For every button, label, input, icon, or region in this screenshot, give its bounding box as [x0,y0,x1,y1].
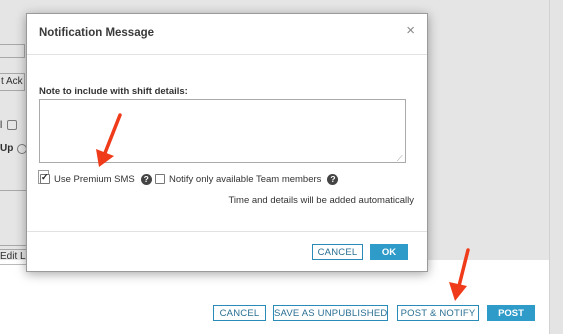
premium-sms-label: Use Premium SMS [54,173,135,185]
resize-grip-icon[interactable]: ⟋ [397,154,403,164]
note-label: Note to include with shift details: [39,86,188,97]
save-as-unpublished-button[interactable]: SAVE AS UNPUBLISHED [273,305,388,321]
dialog-footer: CANCEL OK [27,231,427,271]
post-and-notify-button[interactable]: POST & NOTIFY [397,305,479,321]
post-button[interactable]: POST [487,305,535,321]
notify-available-option[interactable]: Notify only available Team members ? [155,172,339,186]
annotation-arrow-icon [96,113,122,167]
title-divider [27,54,427,55]
notify-available-help-icon[interactable]: ? [327,173,339,185]
close-icon[interactable]: × [406,22,415,39]
premium-sms-help-icon[interactable]: ? [140,173,152,185]
notify-available-label: Notify only available Team members [169,173,322,185]
dialog-title: Notification Message [39,27,155,39]
premium-sms-option[interactable]: Use Premium SMS ? [40,172,152,186]
notification-message-dialog: Notification Message × Note to include w… [26,13,428,272]
notify-available-checkbox[interactable] [155,174,165,184]
right-panel-edge [549,0,563,334]
auto-details-note: Time and details will be added automatic… [228,195,414,206]
annotation-arrow-icon [449,248,470,301]
premium-sms-checkbox[interactable] [40,172,50,184]
dialog-cancel-button[interactable]: CANCEL [312,244,363,260]
dialog-ok-button[interactable]: OK [370,244,408,260]
bg-cancel-button[interactable]: CANCEL [213,305,266,321]
